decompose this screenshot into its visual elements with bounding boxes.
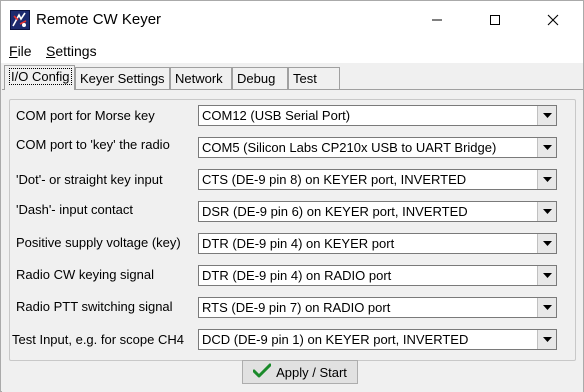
- select-radio-key-port[interactable]: COM5 (Silicon Labs CP210x USB to UART Br…: [198, 137, 557, 158]
- tab-test-label: Test: [293, 71, 317, 86]
- close-icon: [547, 14, 559, 26]
- chevron-down-icon[interactable]: [537, 170, 556, 189]
- label-radio-ptt: Radio PTT switching signal: [16, 299, 173, 314]
- chevron-down-icon[interactable]: [537, 234, 556, 253]
- select-morse-key-port-value: COM12 (USB Serial Port): [202, 108, 351, 123]
- apply-start-label: Apply / Start: [276, 364, 347, 380]
- minimize-button[interactable]: [414, 1, 460, 39]
- tab-strip: I/O Config Keyer Settings Network Debug …: [1, 63, 583, 90]
- menu-bar: File Settings: [1, 39, 583, 63]
- label-dot-key-input: 'Dot'- or straight key input: [16, 172, 163, 187]
- tab-test[interactable]: Test: [288, 67, 340, 89]
- label-test-input: Test Input, e.g. for scope CH4: [12, 332, 184, 347]
- maximize-button[interactable]: [472, 1, 518, 39]
- checkmark-icon: [252, 363, 276, 382]
- chevron-down-icon[interactable]: [537, 330, 556, 349]
- select-dash-input[interactable]: DSR (DE-9 pin 6) on KEYER port, INVERTED: [198, 201, 557, 222]
- label-dash-input: 'Dash'- input contact: [16, 202, 133, 217]
- apply-start-button[interactable]: Apply / Start: [242, 360, 358, 384]
- tab-network[interactable]: Network: [170, 67, 232, 89]
- select-test-input[interactable]: DCD (DE-9 pin 1) on KEYER port, INVERTED: [198, 329, 557, 350]
- select-dot-key-input[interactable]: CTS (DE-9 pin 8) on KEYER port, INVERTED: [198, 169, 557, 190]
- label-radio-key-port: COM port to 'key' the radio: [16, 137, 170, 152]
- select-radio-key-port-value: COM5 (Silicon Labs CP210x USB to UART Br…: [202, 140, 497, 155]
- chevron-down-icon[interactable]: [537, 298, 556, 317]
- main-window: Remote CW Keyer File Settings I/O Config…: [0, 0, 584, 392]
- menu-file[interactable]: File: [9, 43, 32, 59]
- select-dash-input-value: DSR (DE-9 pin 6) on KEYER port, INVERTED: [202, 204, 468, 219]
- label-morse-key-port: COM port for Morse key: [16, 108, 155, 123]
- tab-debug-label: Debug: [237, 71, 276, 86]
- tab-io-config[interactable]: I/O Config: [4, 65, 75, 90]
- select-radio-cw-keying-value: DTR (DE-9 pin 4) on RADIO port: [202, 268, 392, 283]
- select-dot-key-input-value: CTS (DE-9 pin 8) on KEYER port, INVERTED: [202, 172, 467, 187]
- tab-network-label: Network: [175, 71, 223, 86]
- title-bar[interactable]: Remote CW Keyer: [1, 1, 583, 39]
- minimize-icon: [431, 14, 443, 26]
- tab-keyer-settings-label: Keyer Settings: [80, 71, 165, 86]
- select-morse-key-port[interactable]: COM12 (USB Serial Port): [198, 105, 557, 126]
- maximize-icon: [489, 14, 501, 26]
- keyer-app-icon: [10, 10, 30, 30]
- tab-debug[interactable]: Debug: [232, 67, 288, 89]
- select-radio-ptt-value: RTS (DE-9 pin 7) on RADIO port: [202, 300, 391, 315]
- select-radio-cw-keying[interactable]: DTR (DE-9 pin 4) on RADIO port: [198, 265, 557, 286]
- tab-keyer-settings[interactable]: Keyer Settings: [75, 67, 170, 89]
- select-test-input-value: DCD (DE-9 pin 1) on KEYER port, INVERTED: [202, 332, 469, 347]
- chevron-down-icon[interactable]: [537, 106, 556, 125]
- label-supply-voltage: Positive supply voltage (key): [16, 235, 181, 250]
- chevron-down-icon[interactable]: [537, 266, 556, 285]
- chevron-down-icon[interactable]: [537, 138, 556, 157]
- select-supply-voltage-value: DTR (DE-9 pin 4) on KEYER port: [202, 236, 395, 251]
- select-radio-ptt[interactable]: RTS (DE-9 pin 7) on RADIO port: [198, 297, 557, 318]
- close-button[interactable]: [530, 1, 576, 39]
- select-supply-voltage[interactable]: DTR (DE-9 pin 4) on KEYER port: [198, 233, 557, 254]
- tab-io-config-label: I/O Config: [9, 68, 72, 85]
- chevron-down-icon[interactable]: [537, 202, 556, 221]
- window-title: Remote CW Keyer: [36, 11, 162, 28]
- label-radio-cw-keying: Radio CW keying signal: [16, 267, 155, 282]
- menu-settings[interactable]: Settings: [46, 43, 97, 59]
